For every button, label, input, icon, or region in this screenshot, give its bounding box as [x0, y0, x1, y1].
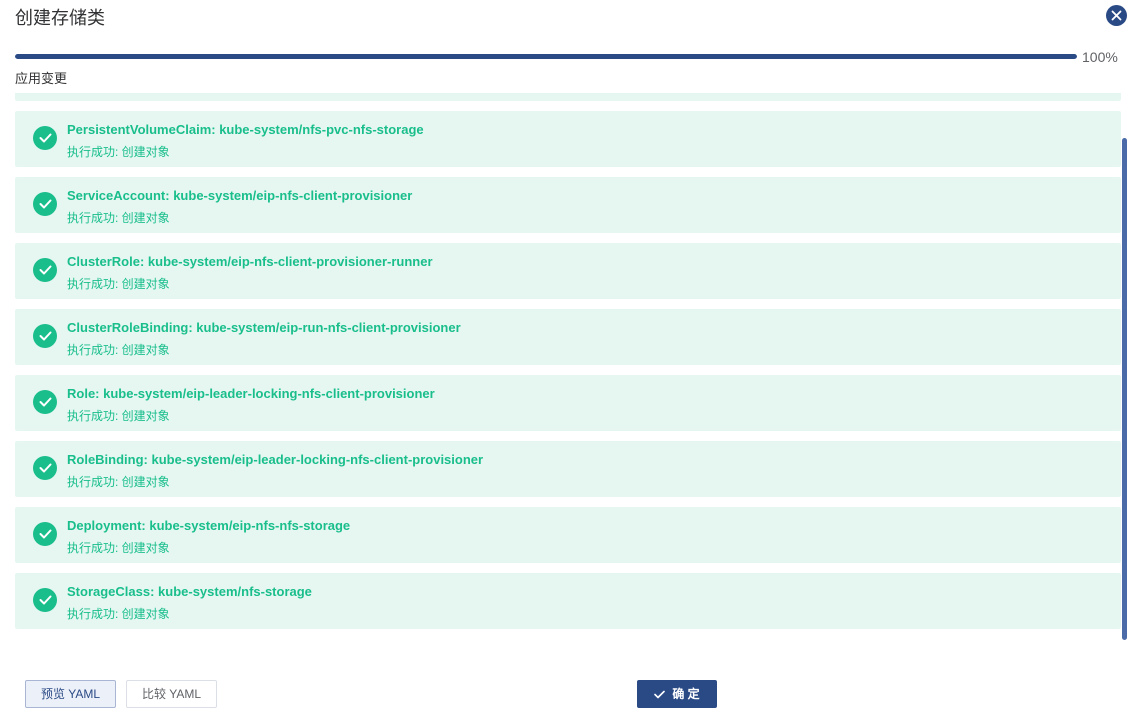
change-list-item: PersistentVolumeClaim: kube-system/nfs-p… [15, 111, 1121, 167]
success-check-icon [33, 192, 57, 216]
confirm-label: 确 定 [672, 687, 700, 701]
progress-percent: 100% [1082, 49, 1118, 65]
change-item-status: 执行成功: 创建对象 [67, 541, 170, 555]
change-item-status: 执行成功: 创建对象 [67, 343, 170, 357]
success-check-icon [33, 324, 57, 348]
change-item-name: Role: kube-system/eip-leader-locking-nfs… [67, 386, 435, 401]
change-item-status: 执行成功: 创建对象 [67, 145, 170, 159]
progress-bar-fill [15, 54, 1077, 59]
change-item-name: PersistentVolumeClaim: kube-system/nfs-p… [67, 122, 424, 137]
compare-yaml-button[interactable]: 比较 YAML [126, 680, 217, 708]
check-icon [654, 690, 666, 699]
list-item-partial [15, 93, 1121, 101]
success-check-icon [33, 522, 57, 546]
close-button[interactable] [1106, 5, 1127, 26]
success-check-icon [33, 456, 57, 480]
success-check-icon [33, 390, 57, 414]
change-list-item: ClusterRoleBinding: kube-system/eip-run-… [15, 309, 1121, 365]
change-item-status: 执行成功: 创建对象 [67, 277, 170, 291]
change-item-status: 执行成功: 创建对象 [67, 211, 170, 225]
change-list-item: StorageClass: kube-system/nfs-storage 执行成… [15, 573, 1121, 629]
progress-bar [15, 54, 1077, 59]
success-check-icon [33, 588, 57, 612]
compare-yaml-label: 比较 YAML [141, 687, 202, 701]
create-storage-class-dialog: 创建存储类 100% 应用变更 PersistentVolumeClaim: k… [0, 0, 1139, 714]
success-check-icon [33, 258, 57, 282]
confirm-button[interactable]: 确 定 [637, 680, 717, 708]
change-item-status: 执行成功: 创建对象 [67, 409, 170, 423]
change-item-name: StorageClass: kube-system/nfs-storage [67, 584, 312, 599]
change-item-name: ClusterRoleBinding: kube-system/eip-run-… [67, 320, 461, 335]
section-label-apply-changes: 应用变更 [15, 71, 68, 86]
change-list-items: PersistentVolumeClaim: kube-system/nfs-p… [15, 93, 1121, 639]
change-item-status: 执行成功: 创建对象 [67, 475, 170, 489]
change-list-item: ServiceAccount: kube-system/eip-nfs-clie… [15, 177, 1121, 233]
change-list-item: RoleBinding: kube-system/eip-leader-lock… [15, 441, 1121, 497]
scrollbar-thumb[interactable] [1122, 138, 1127, 640]
change-item-name: ClusterRole: kube-system/eip-nfs-client-… [67, 254, 433, 269]
preview-yaml-label: 预览 YAML [40, 687, 101, 701]
change-item-name: RoleBinding: kube-system/eip-leader-lock… [67, 452, 484, 467]
success-check-icon [33, 126, 57, 150]
change-item-name: ServiceAccount: kube-system/eip-nfs-clie… [67, 188, 413, 203]
change-item-status: 执行成功: 创建对象 [67, 607, 170, 621]
change-list-item: Deployment: kube-system/eip-nfs-nfs-stor… [15, 507, 1121, 563]
preview-yaml-button[interactable]: 预览 YAML [25, 680, 116, 708]
dialog-title: 创建存储类 [15, 8, 105, 28]
change-list: PersistentVolumeClaim: kube-system/nfs-p… [15, 93, 1121, 640]
change-list-item: ClusterRole: kube-system/eip-nfs-client-… [15, 243, 1121, 299]
change-list-item: Role: kube-system/eip-leader-locking-nfs… [15, 375, 1121, 431]
change-item-name: Deployment: kube-system/eip-nfs-nfs-stor… [67, 518, 351, 533]
close-icon [1111, 10, 1122, 21]
change-list-scrollbar[interactable] [1122, 93, 1127, 640]
